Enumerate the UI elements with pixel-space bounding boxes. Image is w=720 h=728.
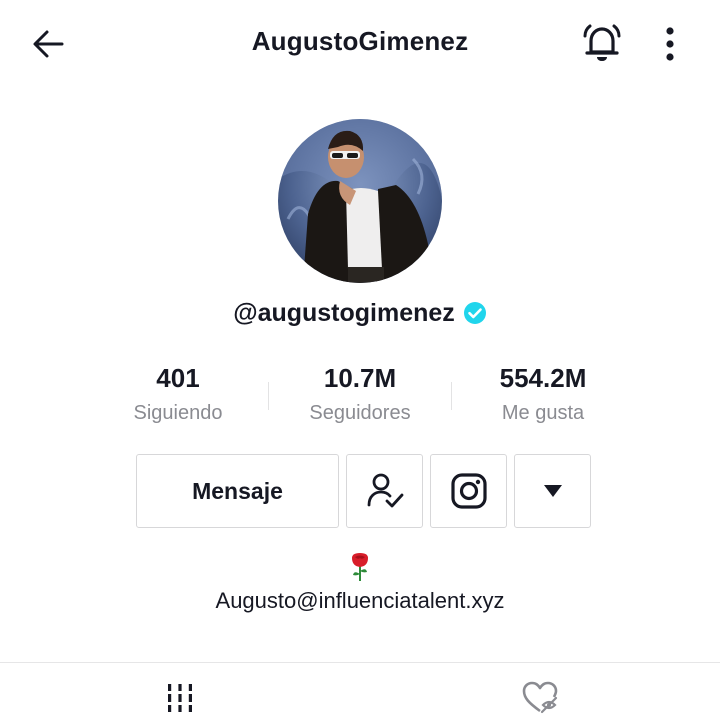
verified-badge-icon bbox=[463, 302, 486, 325]
top-bar: AugustoGimenez bbox=[0, 0, 720, 88]
stat-label: Me gusta bbox=[501, 402, 585, 424]
grid-bars-icon bbox=[168, 684, 192, 712]
notification-bell-button[interactable] bbox=[578, 20, 626, 68]
instagram-button[interactable] bbox=[430, 454, 507, 528]
hidden-heart-icon bbox=[522, 681, 558, 714]
rose-icon bbox=[352, 553, 368, 581]
bio-email-link[interactable]: Augusto@influenciatalent.xyz bbox=[0, 588, 720, 614]
tab-liked-videos[interactable] bbox=[518, 678, 564, 718]
stat-label: Seguidores bbox=[309, 402, 411, 424]
more-vertical-icon bbox=[666, 27, 674, 61]
stat-divider bbox=[268, 382, 269, 410]
following-button[interactable] bbox=[346, 454, 423, 528]
message-button[interactable]: Mensaje bbox=[136, 454, 339, 528]
handle-row: @augustogimenez bbox=[0, 298, 720, 328]
instagram-icon bbox=[450, 473, 487, 509]
stat-value: 401 bbox=[156, 363, 200, 393]
stat-likes[interactable]: 554.2M Me gusta bbox=[453, 362, 633, 425]
caret-down-icon bbox=[543, 485, 562, 497]
stat-followers[interactable]: 10.7M Seguidores bbox=[270, 362, 450, 425]
more-options-button[interactable] bbox=[648, 20, 692, 68]
stat-value: 554.2M bbox=[499, 363, 587, 393]
stat-label: Siguiendo bbox=[133, 402, 223, 424]
tabs-divider bbox=[0, 662, 720, 663]
profile-avatar[interactable] bbox=[278, 119, 442, 283]
profile-bio: Augusto@influenciatalent.xyz bbox=[0, 552, 720, 614]
stat-value: 10.7M bbox=[323, 363, 397, 393]
user-check-icon bbox=[367, 473, 403, 508]
bell-icon bbox=[583, 24, 621, 61]
stat-following[interactable]: 401 Siguiendo bbox=[88, 362, 268, 425]
stat-divider bbox=[451, 382, 452, 410]
avatar-image bbox=[278, 119, 442, 283]
more-actions-dropdown-button[interactable] bbox=[514, 454, 591, 528]
profile-actions: Mensaje bbox=[0, 454, 720, 532]
tab-videos[interactable] bbox=[160, 680, 200, 716]
profile-handle: @augustogimenez bbox=[233, 298, 455, 327]
profile-stats: 401 Siguiendo 10.7M Seguidores 554.2M Me… bbox=[0, 362, 720, 432]
